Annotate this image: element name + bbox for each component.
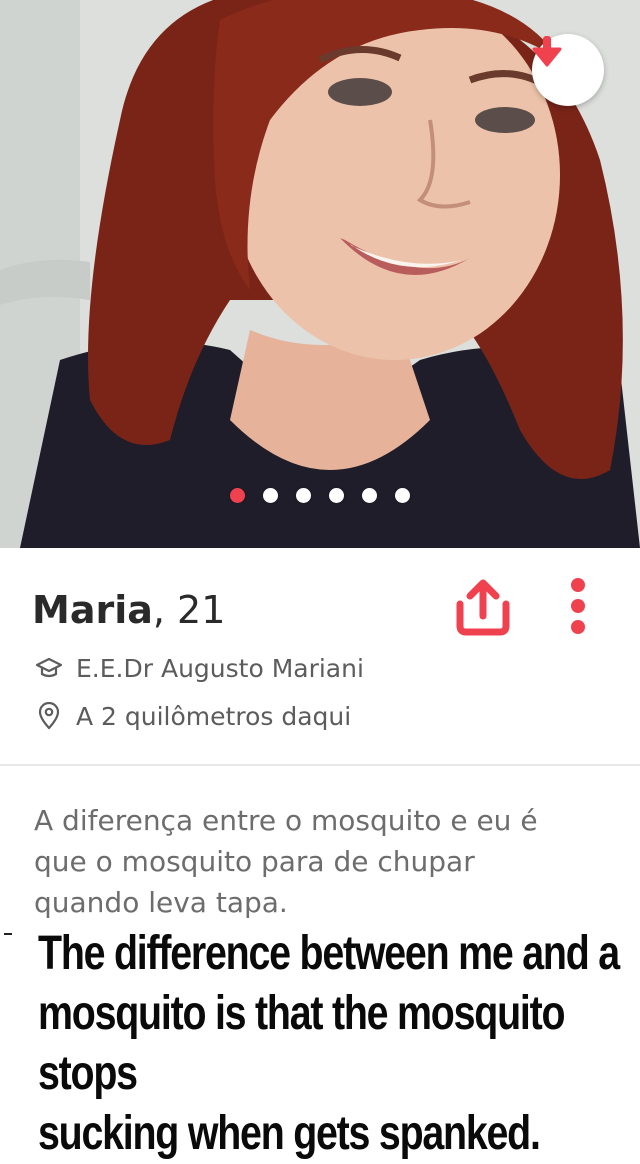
more-vertical-icon	[571, 578, 585, 634]
photo-dot[interactable]	[329, 488, 344, 503]
profile-info: Maria, 21 E.E.Dr Augusto Mariani A 2 qui…	[0, 548, 640, 766]
profile-bio: A diferença entre o mosquito e eu é que …	[34, 804, 538, 919]
profile-name: Maria	[32, 588, 153, 632]
photo-dot[interactable]	[230, 488, 245, 503]
meme-caption: The difference between me and a mosquito…	[38, 927, 620, 1160]
graduation-cap-icon	[34, 653, 64, 683]
photo-dot[interactable]	[263, 488, 278, 503]
location-pin-icon	[34, 701, 64, 731]
photo-pagination	[0, 488, 640, 508]
arrow-down-icon	[532, 36, 562, 67]
profile-name-age: Maria, 21	[32, 588, 225, 632]
save-photo-button[interactable]	[532, 34, 604, 106]
share-upload-icon	[456, 579, 510, 636]
photo-dot[interactable]	[362, 488, 377, 503]
photo-dot[interactable]	[395, 488, 410, 503]
distance-text: A 2 quilômetros daqui	[76, 701, 352, 731]
profile-age: , 21	[152, 588, 226, 632]
school-row: E.E.Dr Augusto Mariani	[34, 652, 364, 684]
more-options-button[interactable]	[562, 574, 594, 640]
distance-row: A 2 quilômetros daqui	[34, 700, 351, 732]
profile-photo[interactable]	[0, 0, 640, 548]
share-button[interactable]	[450, 574, 516, 640]
section-divider	[0, 764, 640, 766]
photo-dot[interactable]	[296, 488, 311, 503]
school-text: E.E.Dr Augusto Mariani	[76, 653, 364, 683]
caption-marker	[4, 933, 12, 935]
